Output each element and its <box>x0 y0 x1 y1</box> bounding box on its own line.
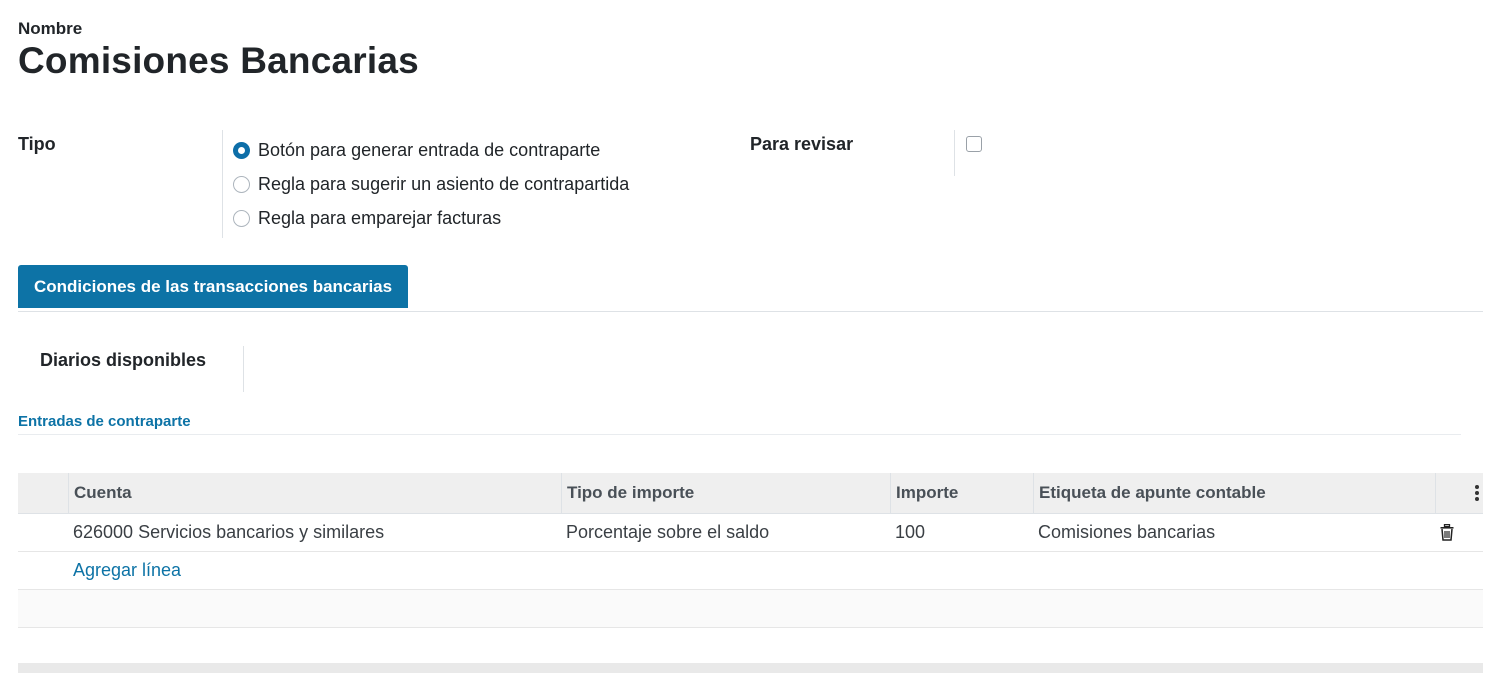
radio-option-counterpart-button[interactable]: Botón para generar entrada de contrapart… <box>233 133 629 167</box>
add-line-link[interactable]: Agregar línea <box>73 552 181 589</box>
trash-icon[interactable] <box>1440 524 1454 541</box>
radio-checked-icon[interactable] <box>233 141 250 159</box>
notebook-tabs: Condiciones de las transacciones bancari… <box>18 265 1483 312</box>
kebab-menu-icon[interactable] <box>1475 485 1479 501</box>
name-field-label: Nombre <box>18 19 83 38</box>
header-handle-cell <box>18 473 68 513</box>
column-header-etiqueta[interactable]: Etiqueta de apunte contable <box>1033 473 1435 513</box>
table-header: Cuenta Tipo de importe Importe Etiqueta … <box>18 473 1483 514</box>
tab-bank-transaction-conditions[interactable]: Condiciones de las transacciones bancari… <box>18 265 409 308</box>
table-row[interactable]: 626000 Servicios bancarios y similares P… <box>18 514 1483 552</box>
diarios-disponibles-label: Diarios disponibles <box>40 350 207 370</box>
column-header-tipo-importe[interactable]: Tipo de importe <box>561 473 890 513</box>
empty-row <box>18 590 1483 628</box>
cell-cuenta[interactable]: 626000 Servicios bancarios y similares <box>68 514 561 551</box>
form-view: Nombre Comisiones Bancarias Tipo Botón p… <box>0 0 1498 681</box>
divider <box>222 130 223 238</box>
radio-unchecked-icon[interactable] <box>233 209 250 227</box>
radio-label: Regla para emparejar facturas <box>258 207 502 228</box>
tipo-label: Tipo <box>18 134 56 154</box>
radio-unchecked-icon[interactable] <box>233 175 250 193</box>
counterpart-lines-table: Cuenta Tipo de importe Importe Etiqueta … <box>18 473 1483 628</box>
cell-tipo-importe[interactable]: Porcentaje sobre el saldo <box>561 514 890 551</box>
record-title[interactable]: Comisiones Bancarias <box>18 40 419 82</box>
radio-label: Regla para sugerir un asiento de contrap… <box>258 173 630 194</box>
tipo-radio-group: Botón para generar entrada de contrapart… <box>233 133 629 235</box>
section-title: Entradas de contraparte <box>18 413 191 430</box>
divider <box>954 130 955 176</box>
cell-importe[interactable]: 100 <box>890 514 1033 551</box>
column-options-cell[interactable] <box>1435 473 1483 513</box>
divider <box>243 346 244 392</box>
add-line-row: Agregar línea <box>18 552 1483 590</box>
column-header-importe[interactable]: Importe <box>890 473 1033 513</box>
radio-option-invoice-match-rule[interactable]: Regla para emparejar facturas <box>233 201 629 235</box>
section-divider <box>18 434 1461 435</box>
para-revisar-label: Para revisar <box>750 134 854 154</box>
column-header-cuenta[interactable]: Cuenta <box>68 473 561 513</box>
radio-option-suggest-rule[interactable]: Regla para sugerir un asiento de contrap… <box>233 167 629 201</box>
para-revisar-checkbox[interactable] <box>966 136 982 152</box>
horizontal-scrollbar[interactable] <box>18 663 1483 673</box>
radio-label: Botón para generar entrada de contrapart… <box>258 139 601 160</box>
cell-etiqueta[interactable]: Comisiones bancarias <box>1033 514 1435 551</box>
